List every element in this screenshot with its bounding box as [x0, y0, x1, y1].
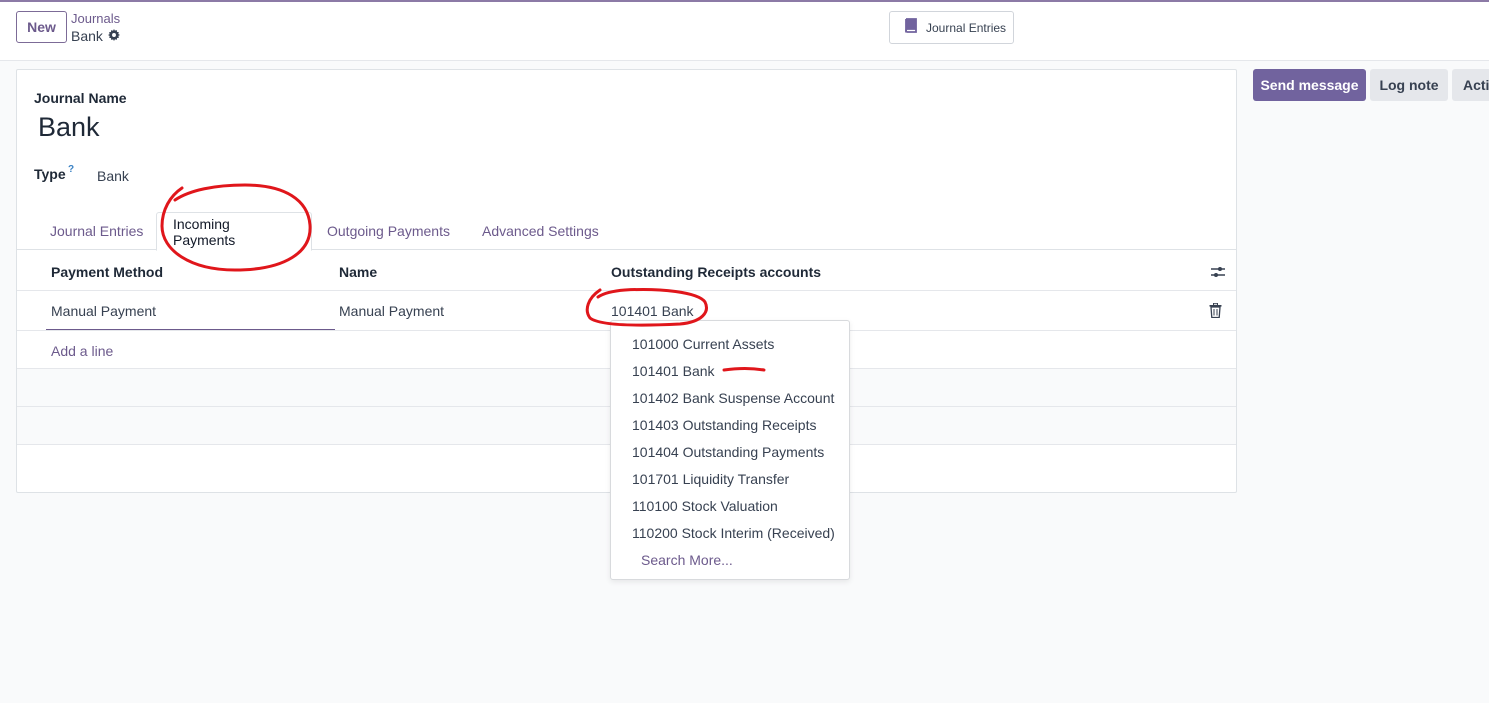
new-button[interactable]: New	[16, 11, 67, 43]
account-cell[interactable]: 101401 Bank	[611, 303, 694, 319]
column-outstanding-receipts[interactable]: Outstanding Receipts accounts	[611, 264, 821, 280]
breadcrumb-current-label: Bank	[71, 28, 103, 44]
dropdown-option[interactable]: 101401 Bank	[632, 363, 715, 379]
dropdown-option[interactable]: 101000 Current Assets	[632, 336, 774, 352]
dropdown-option[interactable]: 101404 Outstanding Payments	[632, 444, 824, 460]
account-autocomplete-dropdown: 101000 Current Assets 101401 Bank 101402…	[610, 320, 850, 580]
book-icon	[902, 17, 920, 38]
tab-advanced-settings[interactable]: Advanced Settings	[466, 212, 615, 250]
type-help-tooltip[interactable]: ?	[68, 164, 74, 175]
dropdown-option[interactable]: 101701 Liquidity Transfer	[632, 471, 789, 487]
journal-entries-smart-button[interactable]: Journal Entries	[889, 11, 1014, 44]
gear-icon[interactable]	[107, 28, 120, 44]
journal-name-label: Journal Name	[34, 90, 127, 106]
journal-entries-smart-label: Journal Entries	[926, 20, 1007, 35]
breadcrumb-journals-link[interactable]: Journals	[71, 11, 120, 26]
notebook-tabs: Journal Entries Incoming Payments Outgoi…	[17, 212, 1236, 251]
name-cell[interactable]: Manual Payment	[339, 303, 444, 319]
search-more-link[interactable]: Search More...	[641, 552, 733, 568]
optional-columns-icon[interactable]	[1210, 264, 1226, 280]
dropdown-option[interactable]: 101402 Bank Suspense Account	[632, 390, 834, 406]
type-field[interactable]: Bank	[97, 168, 129, 184]
type-label: Type	[34, 166, 66, 182]
dropdown-option[interactable]: 110200 Stock Interim (Received)	[632, 525, 835, 541]
trash-icon[interactable]	[1209, 303, 1222, 318]
log-note-button[interactable]: Log note	[1370, 69, 1448, 101]
breadcrumb-current: Bank	[71, 28, 120, 44]
column-payment-method[interactable]: Payment Method	[51, 264, 163, 280]
dropdown-option[interactable]: 101403 Outstanding Receipts	[632, 417, 816, 433]
payment-method-cell[interactable]: Manual Payment	[51, 303, 156, 319]
tab-outgoing-payments[interactable]: Outgoing Payments	[311, 212, 466, 250]
journal-name-field[interactable]: Bank	[38, 112, 100, 143]
send-message-button[interactable]: Send message	[1253, 69, 1366, 101]
dropdown-option[interactable]: 110100 Stock Valuation	[632, 498, 778, 514]
control-panel: New Journals Bank Journal Entries	[0, 2, 1489, 61]
activities-button[interactable]: Acti	[1452, 69, 1489, 101]
tab-incoming-payments[interactable]: Incoming Payments	[156, 212, 312, 251]
tab-journal-entries[interactable]: Journal Entries	[34, 212, 159, 250]
column-name[interactable]: Name	[339, 264, 377, 280]
add-a-line-link[interactable]: Add a line	[51, 343, 113, 359]
header-separator	[17, 290, 1236, 291]
